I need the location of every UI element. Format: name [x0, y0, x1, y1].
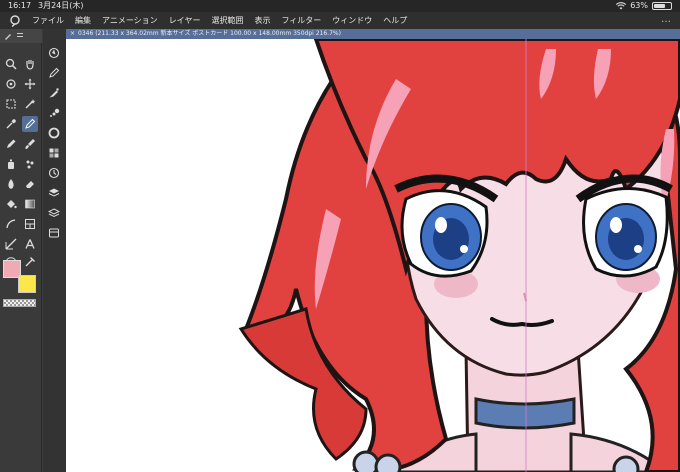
- magic-wand-icon[interactable]: [22, 96, 38, 112]
- color-history-icon[interactable]: [46, 165, 62, 181]
- menu-window[interactable]: ウィンドウ: [332, 15, 372, 26]
- eraser-icon[interactable]: [22, 176, 38, 192]
- pen-tool-icon[interactable]: [22, 116, 38, 132]
- eyedropper-icon[interactable]: [3, 116, 19, 132]
- document-tab[interactable]: × 0346 (211.33 x 364.02mm 新本サイズ ポストカード 10…: [66, 29, 680, 39]
- decoration-icon[interactable]: [22, 156, 38, 172]
- airbrush-icon[interactable]: [3, 156, 19, 172]
- battery-percent: 63%: [630, 1, 648, 10]
- layer-property-icon[interactable]: [46, 185, 62, 201]
- command-column: [43, 29, 66, 472]
- transparent-color-swatch[interactable]: [3, 299, 36, 307]
- status-bar: 16:17 3月24日(木) 63%: [0, 0, 680, 12]
- artwork-illustration: [238, 39, 680, 472]
- rotate-icon[interactable]: [3, 76, 19, 92]
- pencil-icon[interactable]: [3, 136, 19, 152]
- color-set-icon[interactable]: [46, 145, 62, 161]
- menu-help[interactable]: ヘルプ: [383, 15, 407, 26]
- tool-column: [0, 29, 42, 472]
- correct-line-icon[interactable]: [22, 254, 38, 270]
- tool-palette: [0, 29, 66, 472]
- menu-bar: ファイル 編集 アニメーション レイヤー 選択範囲 表示 フィルター ウィンドウ…: [0, 12, 680, 29]
- frame-icon[interactable]: [22, 216, 38, 232]
- app-logo-icon[interactable]: [8, 14, 22, 28]
- ruler-icon[interactable]: [3, 236, 19, 252]
- layers-icon[interactable]: [46, 205, 62, 221]
- menu-layer[interactable]: レイヤー: [169, 15, 201, 26]
- sub-color-swatch[interactable]: [18, 275, 36, 293]
- status-time: 16:17: [8, 1, 32, 10]
- close-tab-icon[interactable]: ×: [70, 30, 75, 37]
- status-date: 3月24日(木): [38, 1, 84, 10]
- pen-header-icon: [5, 34, 11, 40]
- menu-view[interactable]: 表示: [254, 15, 270, 26]
- navigator-icon[interactable]: [46, 45, 62, 61]
- menu-animation[interactable]: アニメーション: [102, 15, 158, 26]
- sub-tool-icon[interactable]: [46, 65, 62, 81]
- menu-filter[interactable]: フィルター: [281, 15, 321, 26]
- gradient-icon[interactable]: [22, 196, 38, 212]
- fill-icon[interactable]: [3, 196, 19, 212]
- brush-icon[interactable]: [22, 136, 38, 152]
- document-title: 0346 (211.33 x 364.02mm 新本サイズ ポストカード 100…: [78, 30, 341, 37]
- color-wheel-icon[interactable]: [46, 125, 62, 141]
- menu-selection[interactable]: 選択範囲: [211, 15, 243, 26]
- tool-property-icon[interactable]: [46, 85, 62, 101]
- battery-icon: [652, 2, 672, 10]
- material-icon[interactable]: [46, 225, 62, 241]
- marquee-icon[interactable]: [3, 96, 19, 112]
- hand-icon[interactable]: [22, 56, 38, 72]
- menu-file[interactable]: ファイル: [32, 15, 64, 26]
- figure-icon[interactable]: [3, 216, 19, 232]
- drawing-canvas[interactable]: [66, 39, 680, 472]
- text-icon[interactable]: [22, 236, 38, 252]
- brush-size-icon[interactable]: [46, 105, 62, 121]
- move-icon[interactable]: [22, 76, 38, 92]
- zoom-icon[interactable]: [3, 56, 19, 72]
- status-right: 63%: [616, 0, 672, 12]
- more-options-icon[interactable]: …: [661, 14, 672, 25]
- wifi-icon: [616, 2, 627, 10]
- menu-header-icon[interactable]: [16, 32, 24, 40]
- blend-icon[interactable]: [3, 176, 19, 192]
- tool-palette-header: [0, 29, 42, 43]
- menu-edit[interactable]: 編集: [75, 15, 91, 26]
